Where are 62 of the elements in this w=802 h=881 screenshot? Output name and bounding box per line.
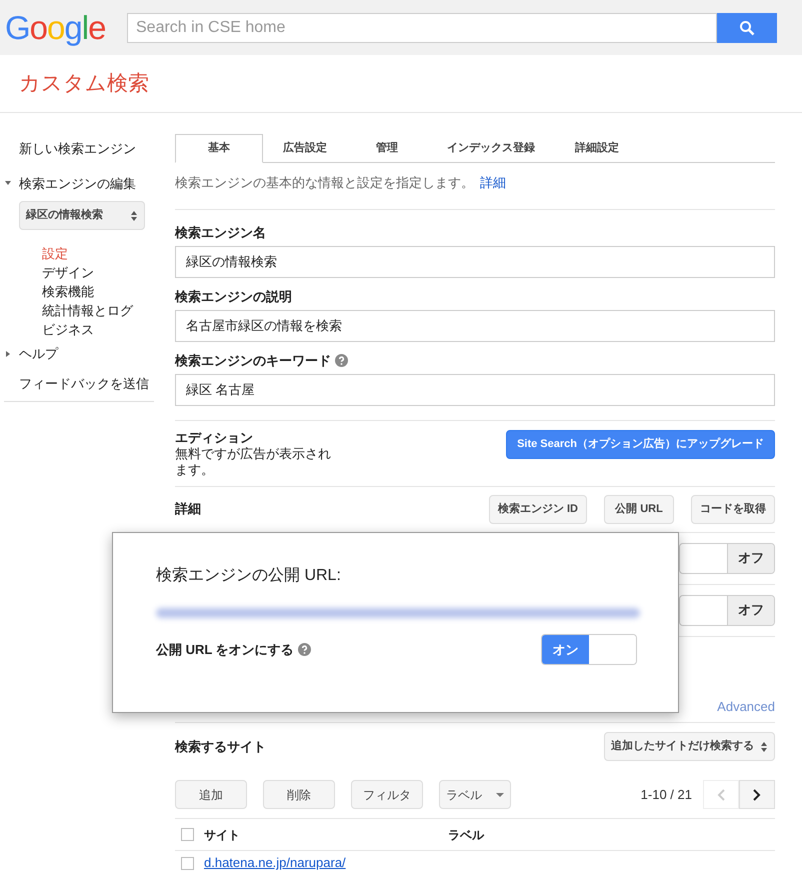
tab[interactable]: 広告設定: [263, 134, 347, 163]
intro-text: 検索エンジンの基本的な情報と設定を指定します。: [175, 175, 474, 190]
engine-select[interactable]: 緑区の情報検索: [19, 201, 145, 230]
tab[interactable]: 基本: [175, 134, 263, 163]
edition-label: エディション: [175, 430, 254, 446]
field-label: 検索エンジン名: [175, 224, 266, 242]
page-title: カスタム検索: [19, 70, 149, 97]
next-page-button[interactable]: [739, 780, 775, 809]
sidebar-subitem[interactable]: 統計情報とログ: [42, 303, 133, 318]
details-button[interactable]: 公開 URL: [604, 494, 674, 524]
dialog-title: 検索エンジンの公開 URL:: [156, 566, 342, 586]
scope-select[interactable]: 追加したサイトだけ検索する: [604, 732, 775, 761]
text-field[interactable]: 緑区 名古屋: [175, 374, 775, 406]
chevron-left-icon: [717, 788, 725, 800]
details-button[interactable]: コードを取得: [691, 494, 775, 524]
caret-right-icon[interactable]: [4, 350, 12, 358]
toggle-switch[interactable]: オフ: [679, 594, 775, 626]
column-header: サイト: [204, 826, 241, 844]
sidebar-subitem[interactable]: 設定: [42, 246, 68, 261]
pagination-range: 1-10 / 21: [640, 786, 692, 804]
sidebar-item[interactable]: フィードバックを送信: [19, 376, 149, 390]
field-label: 検索エンジンの説明: [175, 288, 292, 306]
help-icon[interactable]: [335, 354, 348, 367]
search-field[interactable]: Search in CSE home: [127, 12, 717, 42]
logo: Google: [5, 11, 106, 44]
field-label: 検索エンジンのキーワード: [175, 352, 331, 370]
sidebar-item[interactable]: ヘルプ: [19, 344, 58, 364]
tab[interactable]: インデックス登録: [427, 134, 555, 163]
search-icon: [739, 20, 755, 36]
site-link[interactable]: d.hatena.ne.jp/narupara/: [204, 853, 346, 873]
text-field[interactable]: 名古屋市緑区の情報を検索: [175, 310, 775, 342]
toggle-switch[interactable]: オフ: [679, 542, 775, 574]
upgrade-button[interactable]: Site Search（オプション広告）にアップグレード: [506, 430, 775, 458]
tab[interactable]: 管理: [347, 134, 427, 163]
sidebar-subitem[interactable]: デザイン: [42, 265, 94, 280]
sort-arrows-icon: [130, 210, 138, 222]
sort-arrows-icon: [760, 740, 768, 752]
sidebar-subitem[interactable]: 検索機能: [42, 284, 94, 299]
dropdown-button[interactable]: ラベル: [439, 780, 511, 809]
column-header: ラベル: [448, 826, 484, 844]
details-button[interactable]: 検索エンジン ID: [488, 494, 587, 524]
checkbox[interactable]: [181, 828, 194, 841]
tab[interactable]: 詳細設定: [555, 134, 639, 163]
text-field[interactable]: 緑区の情報検索: [175, 246, 775, 278]
details-link[interactable]: 詳細: [480, 175, 506, 190]
sidebar-item[interactable]: 新しい検索エンジン: [19, 141, 136, 156]
toolbar-button[interactable]: 削除: [263, 780, 335, 809]
caret-down-icon[interactable]: [4, 179, 12, 188]
toolbar-button[interactable]: フィルタ: [351, 780, 423, 809]
edition-description: 無料ですが広告が表示されます。: [175, 446, 332, 478]
sidebar-subitem[interactable]: ビジネス: [42, 322, 94, 337]
toolbar-button[interactable]: 追加: [175, 780, 247, 809]
details-label: 詳細: [175, 500, 201, 518]
checkbox[interactable]: [181, 856, 194, 870]
section-title: 検索するサイト: [175, 738, 266, 756]
chevron-right-icon: [753, 788, 761, 800]
caret-down-icon: [496, 792, 504, 796]
search-button[interactable]: [717, 12, 777, 42]
sidebar-item[interactable]: 検索エンジンの編集: [19, 174, 136, 193]
setting-label: 公開 URL をオンにする: [156, 640, 294, 659]
help-icon[interactable]: [298, 643, 311, 656]
toggle-switch[interactable]: オン: [541, 634, 637, 665]
